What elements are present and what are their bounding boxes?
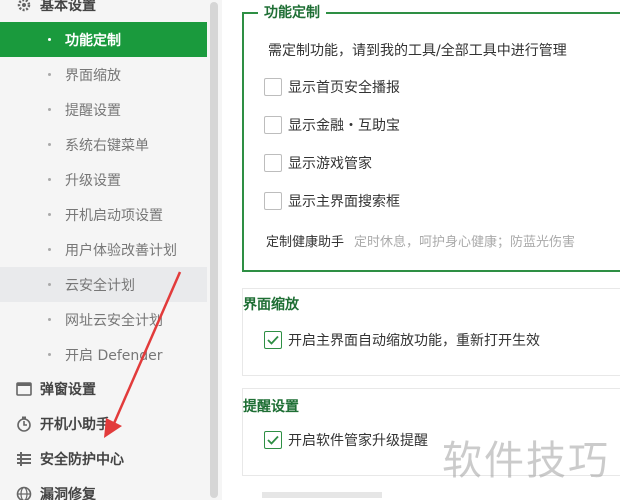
checkbox[interactable]	[264, 78, 282, 96]
sidebar-section-label: 弹窗设置	[40, 382, 96, 398]
bullet-icon	[48, 108, 51, 111]
bullet-icon	[48, 213, 51, 216]
sidebar-item-label: 开启 Defender	[65, 347, 163, 364]
sidebar-item-label: 升级设置	[65, 172, 121, 189]
sidebar-item-cloud-security[interactable]: 云安全计划	[0, 267, 207, 302]
checkbox[interactable]	[264, 192, 282, 210]
sidebar-section-boot-assistant[interactable]: 开机小助手	[0, 407, 207, 441]
option-label: 显示首页安全播报	[288, 80, 400, 96]
watermark: 软件技巧	[442, 438, 610, 484]
bullet-icon	[48, 353, 51, 356]
sidebar-section-basic[interactable]: 基本设置	[0, 0, 207, 22]
check-icon	[267, 435, 279, 445]
bullet-icon	[48, 178, 51, 181]
customize-description: 需定制功能，请到我的工具/全部工具中进行管理	[268, 40, 567, 60]
sidebar-item-upgrade[interactable]: 升级设置	[0, 162, 207, 197]
sidebar-item-defender[interactable]: 开启 Defender	[0, 337, 207, 372]
gear-icon	[16, 0, 32, 13]
sidebar-item-label: 网址云安全计划	[65, 312, 163, 329]
option-search-box[interactable]: 显示主界面搜索框	[264, 191, 400, 211]
sidebar-item-label: 界面缩放	[65, 67, 121, 84]
window-icon	[16, 381, 32, 397]
sidebar-item-reminder[interactable]: 提醒设置	[0, 92, 207, 127]
sidebar-item-zoom[interactable]: 界面缩放	[0, 57, 207, 92]
sidebar-item-label: 开机启动项设置	[65, 207, 163, 224]
check-icon	[267, 335, 279, 345]
sidebar-section-label: 开机小助手	[40, 417, 110, 433]
option-label: 开启软件管家升级提醒	[288, 433, 428, 449]
sidebar-item-customize[interactable]: 功能定制	[0, 22, 207, 57]
bullet-icon	[48, 248, 51, 251]
shield-list-icon	[16, 451, 32, 467]
reminder-title: 提醒设置	[243, 399, 299, 415]
sidebar-item-label: 系统右键菜单	[65, 137, 149, 154]
description-text: 需定制功能，请到我的工具/全部工具中进行管理	[268, 43, 567, 59]
customize-title: 功能定制	[258, 3, 326, 23]
option-label: 开启主界面自动缩放功能，重新打开生效	[288, 333, 540, 349]
sidebar-section-protection[interactable]: 安全防护中心	[0, 442, 207, 476]
settings-sidebar: 基本设置 功能定制 界面缩放 提醒设置 系统右键菜单 升级设置 开机启动项设置 …	[0, 0, 222, 500]
option-label: 显示游戏管家	[288, 156, 372, 172]
bullet-icon	[48, 38, 51, 41]
sidebar-item-ux-plan[interactable]: 用户体验改善计划	[0, 232, 207, 267]
bullet-icon	[48, 73, 51, 76]
sidebar-item-context-menu[interactable]: 系统右键菜单	[0, 127, 207, 162]
sidebar-item-label: 提醒设置	[65, 102, 121, 119]
checkbox[interactable]	[264, 154, 282, 172]
bullet-icon	[48, 143, 51, 146]
sidebar-item-startup[interactable]: 开机启动项设置	[0, 197, 207, 232]
sidebar-section-label: 漏洞修复	[40, 487, 96, 500]
bullet-icon	[48, 318, 51, 321]
sidebar-section-label: 基本设置	[40, 0, 96, 14]
sidebar-item-label: 用户体验改善计划	[65, 242, 177, 259]
option-game-manager[interactable]: 显示游戏管家	[264, 153, 372, 173]
option-label: 显示金融・互助宝	[288, 118, 400, 134]
health-assistant-label: 定制健康助手	[266, 235, 345, 250]
option-finance[interactable]: 显示金融・互助宝	[264, 115, 400, 135]
sidebar-section-popup[interactable]: 弹窗设置	[0, 372, 207, 406]
bullet-icon	[48, 283, 51, 286]
checkbox-checked[interactable]	[264, 431, 282, 449]
checkbox-checked[interactable]	[264, 331, 282, 349]
health-assistant-row[interactable]: 定制健康助手 定时休息，呵护身心健康；防蓝光伤害	[266, 231, 575, 250]
clock-icon	[16, 416, 32, 432]
option-auto-zoom[interactable]: 开启主界面自动缩放功能，重新打开生效	[264, 330, 540, 350]
sidebar-item-label: 功能定制	[65, 32, 121, 49]
checkbox[interactable]	[264, 116, 282, 134]
sidebar-item-url-cloud-security[interactable]: 网址云安全计划	[0, 302, 207, 337]
option-upgrade-reminder[interactable]: 开启软件管家升级提醒	[264, 430, 428, 450]
health-assistant-hint: 定时休息，呵护身心健康；防蓝光伤害	[354, 235, 576, 250]
sidebar-scrollbar[interactable]	[210, 2, 218, 498]
sidebar-section-label: 安全防护中心	[40, 452, 124, 468]
globe-icon	[16, 486, 32, 500]
option-home-broadcast[interactable]: 显示首页安全播报	[264, 77, 400, 97]
sidebar-section-vuln-fix[interactable]: 漏洞修复	[0, 477, 207, 500]
option-label: 显示主界面搜索框	[288, 194, 400, 210]
sidebar-item-label: 云安全计划	[65, 277, 135, 294]
settings-content: 功能定制 需定制功能，请到我的工具/全部工具中进行管理 显示首页安全播报 显示金…	[222, 0, 620, 500]
next-section-title-stub	[262, 492, 382, 498]
zoom-title: 界面缩放	[243, 297, 299, 313]
